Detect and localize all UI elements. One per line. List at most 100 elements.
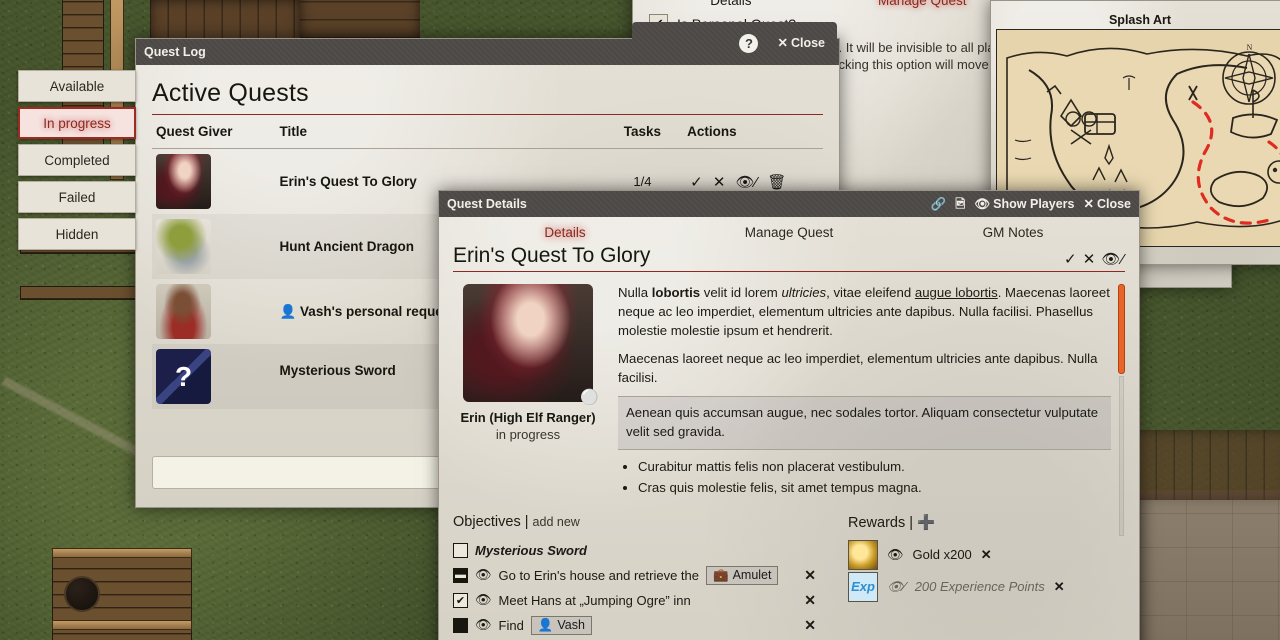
page-title: Erin's Quest To Glory bbox=[453, 244, 651, 267]
quest-title-actions[interactable]: ✓ ✕ 👁⁄ bbox=[1064, 250, 1125, 268]
objective-checkbox[interactable]: ✔ bbox=[453, 592, 468, 608]
list-item[interactable]: ▬ 👁 Go to Erin's house and retrieve the … bbox=[453, 563, 838, 588]
sidebar-item-in-progress[interactable]: In progress bbox=[18, 107, 136, 139]
col-quest-giver: Quest Giver bbox=[156, 124, 233, 139]
trash-icon[interactable]: 🗑 bbox=[767, 174, 786, 191]
eye-icon[interactable]: 👁 bbox=[475, 617, 492, 633]
objectives-column: Objectives | add new Mysterious Sword ▬ … bbox=[453, 514, 838, 640]
list-item[interactable]: 👁 Gold x200 ✕ bbox=[848, 539, 1125, 571]
quest-details-titlebar[interactable]: Quest Details 🔗 🖻 👁 Show Players ✕ Close bbox=[439, 191, 1139, 217]
col-title: Title bbox=[279, 124, 307, 139]
map-cart-beam-bottom bbox=[52, 620, 192, 630]
close-button[interactable]: ✕ Close bbox=[777, 36, 825, 50]
list-item[interactable]: Exp 👁⁄ 200 Experience Points ✕ bbox=[848, 571, 1125, 603]
objective-checkbox[interactable] bbox=[453, 542, 468, 558]
help-icon[interactable]: ? bbox=[739, 33, 759, 53]
tab-manage-quest-bg[interactable]: Manage Quest bbox=[878, 0, 967, 8]
description-paragraph-2: Maecenas laoreet neque ac leo imperdiet,… bbox=[618, 350, 1098, 385]
description-scrollbar-track[interactable] bbox=[1119, 376, 1124, 536]
share-link-button[interactable]: 🔗 bbox=[931, 198, 947, 211]
description-scrollbar[interactable] bbox=[1118, 284, 1125, 374]
page-title: Active Quests bbox=[152, 79, 309, 107]
quest-giver-name: Erin (High Elf Ranger) bbox=[460, 410, 596, 425]
eye-slash-icon[interactable]: 👁⁄ bbox=[1101, 251, 1125, 268]
objectives-heading: Objectives | add new bbox=[453, 514, 838, 530]
sidebar-item-failed[interactable]: Failed bbox=[18, 181, 136, 213]
eye-icon: 👁 bbox=[974, 196, 991, 211]
close-window-label: Close bbox=[1096, 197, 1131, 211]
add-reward-button[interactable]: ➕ bbox=[917, 515, 935, 531]
col-actions: Actions bbox=[687, 124, 737, 139]
sidebar-item-hidden[interactable]: Hidden bbox=[18, 218, 136, 250]
x-icon[interactable]: ✕ bbox=[1054, 579, 1065, 595]
actor-chip[interactable]: 👤 Vash bbox=[530, 615, 592, 635]
eye-slash-icon[interactable]: 👁⁄ bbox=[736, 174, 758, 191]
personal-quest-icon: 👤 bbox=[279, 303, 297, 319]
eye-slash-icon[interactable]: 👁⁄ bbox=[887, 579, 906, 595]
quest-title-text: Vash's personal request bbox=[300, 303, 455, 319]
objective-checkbox[interactable]: ▬ bbox=[453, 567, 468, 583]
check-icon[interactable]: ✓ bbox=[1064, 251, 1078, 268]
map-cart-beam-top bbox=[52, 548, 192, 558]
tab-gm-notes[interactable]: GM Notes bbox=[901, 225, 1125, 240]
add-objective-button[interactable]: add new bbox=[533, 515, 580, 529]
quest-details-main: ⚪ Erin (High Elf Ranger) in progress Nul… bbox=[453, 284, 1125, 536]
tab-details-bg[interactable]: Details bbox=[710, 0, 751, 8]
list-item[interactable]: 👁 Find 👤 Vash ✕ bbox=[453, 613, 838, 638]
avatar bbox=[156, 219, 211, 274]
eye-icon[interactable]: 👁 bbox=[475, 567, 492, 583]
quest-details-body: Details Manage Quest GM Notes Erin's Que… bbox=[439, 217, 1139, 640]
x-icon[interactable]: ✕ bbox=[981, 547, 992, 563]
sidebar-item-completed[interactable]: Completed bbox=[18, 144, 136, 176]
quest-giver-column: ⚪ Erin (High Elf Ranger) in progress bbox=[453, 284, 603, 500]
map-wood-deck-2 bbox=[300, 0, 420, 38]
show-players-button[interactable]: 👁 Show Players bbox=[974, 197, 1074, 211]
eye-icon[interactable]: 👁 bbox=[475, 592, 492, 608]
list-item[interactable]: Mysterious Sword bbox=[453, 538, 838, 563]
check-icon[interactable]: ✓ bbox=[690, 174, 703, 191]
quest-details-window[interactable]: Quest Details 🔗 🖻 👁 Show Players ✕ Close… bbox=[438, 190, 1140, 640]
eye-icon[interactable]: 👁 bbox=[887, 547, 904, 563]
tab-manage-quest[interactable]: Manage Quest bbox=[677, 225, 901, 240]
user-icon: 👤 bbox=[537, 617, 554, 632]
description-quote: Aenean quis accumsan augue, nec sodales … bbox=[618, 396, 1111, 451]
exp-icon: Exp bbox=[848, 571, 878, 602]
x-icon[interactable]: ✕ bbox=[804, 592, 816, 609]
sidebar-item-available[interactable]: Available bbox=[18, 70, 136, 102]
status-badge: in progress bbox=[495, 427, 561, 442]
quest-giver-cell bbox=[152, 279, 275, 344]
quest-details-title: Quest Details bbox=[447, 197, 527, 211]
x-icon[interactable]: ✕ bbox=[804, 567, 816, 584]
rewards-heading: Rewards | ➕ bbox=[848, 514, 1125, 531]
splash-art-label: Splash Art bbox=[1108, 13, 1172, 27]
objective-checkbox[interactable] bbox=[453, 617, 468, 633]
x-icon[interactable]: ✕ bbox=[804, 617, 816, 634]
reward-label: 200 Experience Points bbox=[914, 579, 1045, 595]
title-divider bbox=[453, 271, 1125, 272]
x-icon[interactable]: ✕ bbox=[1083, 251, 1097, 268]
close-window-button[interactable]: ✕ Close bbox=[1083, 197, 1131, 211]
app-root: Details Manage Quest GM Notes ✔ Is Perso… bbox=[0, 0, 1280, 640]
quest-giver-cell bbox=[152, 214, 275, 279]
close-button-label: Close bbox=[790, 36, 825, 50]
x-icon[interactable]: ✕ bbox=[713, 174, 726, 191]
map-rail-4 bbox=[20, 286, 140, 300]
floating-toolbar[interactable]: ? ✕ Close bbox=[632, 22, 837, 64]
show-players-label: Show Players bbox=[993, 197, 1075, 211]
quest-giver-cell: ? bbox=[152, 344, 275, 409]
item-chip[interactable]: 💼 Amulet bbox=[706, 565, 779, 585]
quest-table-head: Quest Giver Title Tasks Actions bbox=[152, 115, 823, 149]
rewards-column: Rewards | ➕ 👁 Gold x200 ✕ Exp 👁⁄ 200 Exp… bbox=[848, 514, 1125, 640]
image-icon: 🖻 bbox=[955, 196, 966, 211]
avatar[interactable] bbox=[463, 284, 593, 402]
list-item[interactable]: ✔ 👁 Meet Hans at „Jumping Ogre” inn ✕ bbox=[453, 588, 838, 613]
list-item: Curabitur mattis felis non placerat vest… bbox=[638, 458, 1111, 477]
link-icon: 🔗 bbox=[930, 196, 947, 211]
map-stone-floor bbox=[1140, 490, 1280, 640]
objectives-heading-label: Objectives bbox=[453, 513, 521, 530]
rewards-heading-label: Rewards bbox=[848, 514, 906, 531]
tab-details[interactable]: Details bbox=[453, 225, 677, 240]
image-button[interactable]: 🖻 bbox=[955, 198, 965, 211]
quest-title-row: Erin's Quest To Glory ✓ ✕ 👁⁄ bbox=[453, 242, 1125, 268]
objective-text: Go to Erin's house and retrieve the bbox=[498, 567, 699, 583]
